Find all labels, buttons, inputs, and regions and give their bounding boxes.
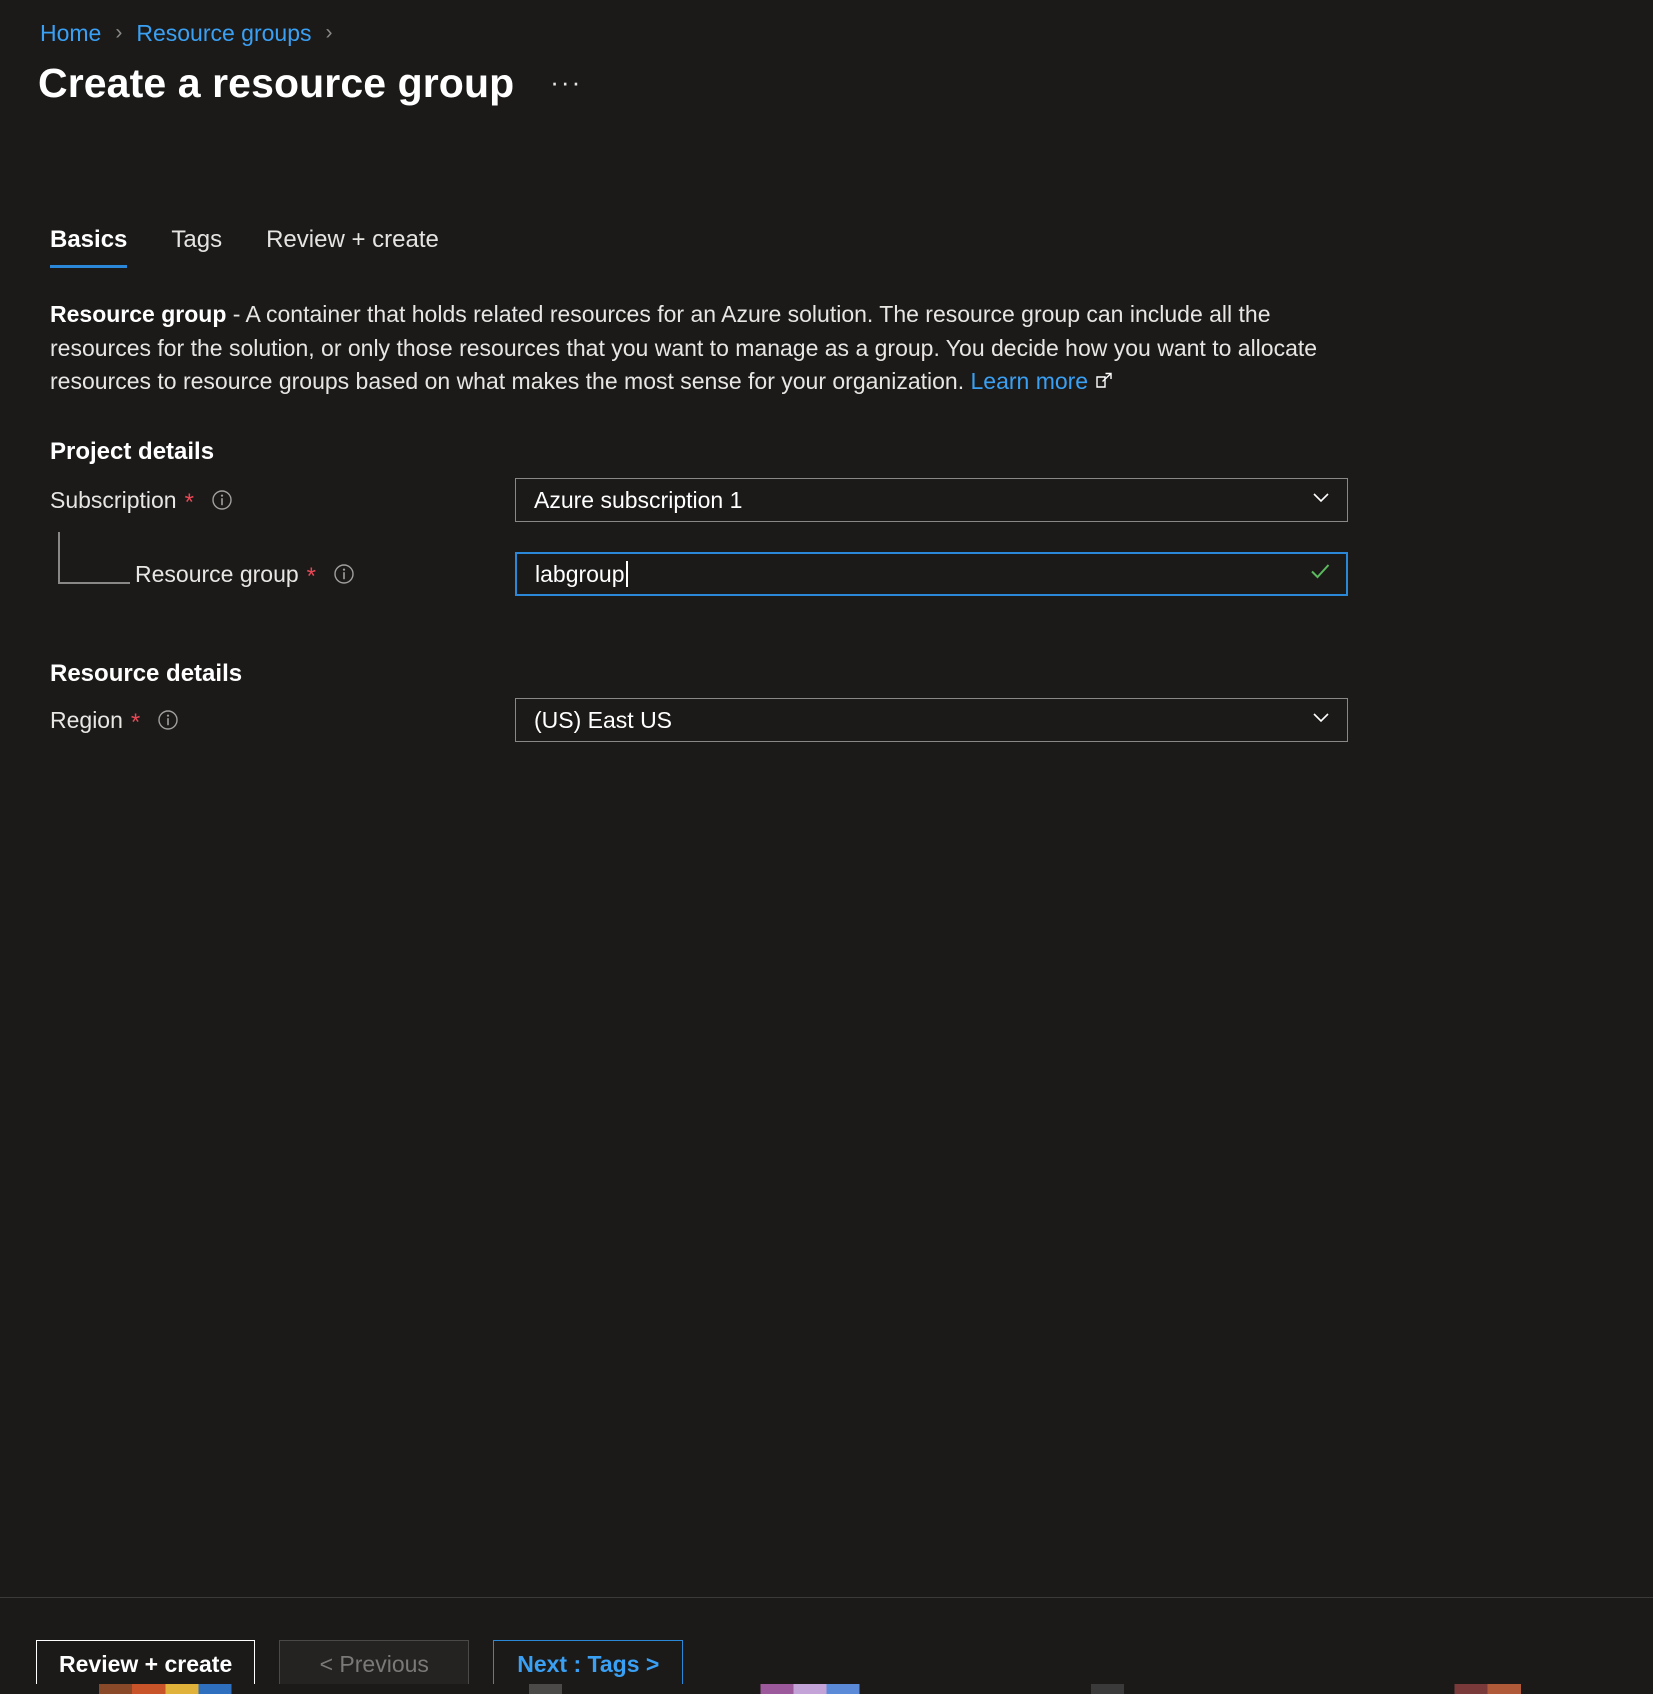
resource-group-value: labgroup (535, 560, 1298, 588)
region-label: Region (50, 706, 123, 733)
description-lead: Resource group (50, 301, 227, 327)
tab-bar: Basics Tags Review + create (50, 222, 483, 268)
info-icon[interactable] (156, 708, 180, 732)
region-value: (US) East US (534, 706, 673, 733)
resource-group-input[interactable]: labgroup (515, 552, 1348, 596)
page-title: Create a resource group (38, 60, 515, 106)
footer-actions: Review + create < Previous Next : Tags > (36, 1640, 707, 1688)
learn-more-link[interactable]: Learn more (970, 368, 1114, 394)
previous-button: < Previous (279, 1640, 470, 1688)
resource-group-text: labgroup (535, 560, 625, 587)
footer-divider (0, 1597, 1653, 1598)
more-options-button[interactable]: ··· (550, 67, 582, 98)
subscription-label-group: Subscription * (50, 486, 515, 516)
tab-review-create[interactable]: Review + create (266, 222, 439, 268)
breadcrumb-item-home[interactable]: Home (40, 18, 101, 48)
chevron-down-icon (1307, 703, 1335, 737)
review-create-button[interactable]: Review + create (36, 1640, 256, 1688)
subscription-dropdown[interactable]: Azure subscription 1 (515, 478, 1348, 522)
form-row-region: Region * (US) East US (50, 698, 1350, 742)
tab-tags[interactable]: Tags (171, 222, 222, 268)
taskbar-strip (0, 1684, 1653, 1694)
page-title-row: Create a resource group ··· (38, 60, 582, 107)
form-row-subscription: Subscription * Azure subscription 1 (50, 478, 1350, 522)
breadcrumb: Home › Resource groups › (40, 18, 347, 48)
breadcrumb-item-resource-groups[interactable]: Resource groups (136, 18, 311, 48)
breadcrumb-separator-icon: › (115, 21, 123, 44)
description-body: - A container that holds related resourc… (50, 301, 1318, 394)
tab-basics[interactable]: Basics (50, 222, 128, 268)
section-heading-resource-details: Resource details (50, 660, 243, 687)
breadcrumb-separator-icon: › (325, 21, 333, 44)
subscription-value: Azure subscription 1 (534, 486, 743, 513)
next-tags-button[interactable]: Next : Tags > (493, 1640, 684, 1688)
subscription-label: Subscription (50, 486, 177, 513)
resource-group-label-group: Resource group * (50, 560, 515, 590)
resource-group-label: Resource group (135, 560, 299, 587)
learn-more-label: Learn more (970, 368, 1089, 394)
required-asterisk: * (306, 563, 316, 590)
chevron-down-icon (1307, 483, 1335, 517)
required-asterisk: * (130, 709, 141, 736)
external-link-icon (1094, 367, 1114, 401)
form-row-resource-group: Resource group * labgroup (50, 552, 1350, 596)
region-dropdown[interactable]: (US) East US (515, 698, 1348, 742)
info-icon[interactable] (210, 488, 234, 512)
check-icon (1306, 557, 1334, 591)
required-asterisk: * (184, 489, 194, 516)
region-label-group: Region * (50, 706, 515, 736)
info-icon[interactable] (332, 562, 356, 586)
text-cursor (625, 560, 628, 587)
resource-group-description: Resource group - A container that holds … (50, 298, 1335, 401)
section-heading-project-details: Project details (50, 438, 215, 465)
